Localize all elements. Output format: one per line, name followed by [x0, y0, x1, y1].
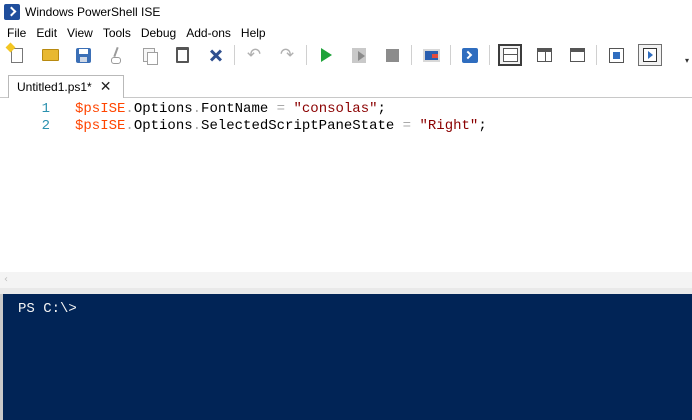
clear-console-button[interactable] [204, 44, 226, 66]
console-prompt: PS C:\> [18, 301, 77, 317]
menu-file[interactable]: File [0, 26, 31, 40]
toolbar: ↶ ↷ ▾ [0, 41, 692, 69]
new-file-icon [11, 47, 23, 63]
script-pane-top-button[interactable] [498, 44, 522, 66]
menu-help[interactable]: Help [236, 26, 271, 40]
code-token-prop: Options [133, 101, 193, 117]
code-token-prop: FontName [201, 101, 269, 117]
toolbar-separator [411, 45, 412, 65]
save-button[interactable] [72, 44, 94, 66]
console-pane[interactable]: PS C:\> [0, 294, 692, 420]
code-token-punc: ; [377, 101, 386, 117]
scroll-left-icon[interactable]: ‹ [4, 274, 8, 285]
title-bar: Windows PowerShell ISE [0, 0, 692, 24]
code-token-op: . [192, 101, 202, 117]
scissors-icon [110, 47, 122, 64]
run-script-button[interactable] [315, 44, 337, 66]
window-title: Windows PowerShell ISE [25, 5, 161, 19]
script-editor[interactable]: 1 $psISE.Options.FontName = "consolas"; 2 $… [0, 98, 692, 272]
code-token-prop: Options [133, 118, 193, 134]
menu-add-ons[interactable]: Add-ons [181, 26, 236, 40]
undo-button[interactable]: ↶ [243, 44, 265, 66]
stop-icon [385, 48, 399, 62]
code-token-var: $psISE [75, 118, 126, 134]
new-remote-tab-button[interactable] [420, 44, 442, 66]
clipboard-icon [175, 47, 189, 63]
open-button[interactable] [39, 44, 61, 66]
show-command-addon-button[interactable] [638, 44, 662, 66]
paste-button[interactable] [171, 44, 193, 66]
toolbar-separator [489, 45, 490, 65]
horizontal-scrollbar[interactable]: ‹ [0, 272, 692, 288]
clear-icon [207, 47, 223, 63]
code-token-punc: ; [478, 118, 487, 134]
redo-button[interactable]: ↷ [276, 44, 298, 66]
close-icon[interactable]: ✕ [100, 80, 112, 94]
line-number: 1 [41, 101, 50, 117]
stop-button[interactable] [381, 44, 403, 66]
console-left-edge [0, 294, 3, 420]
pane-right-icon [536, 48, 552, 62]
toolbar-overflow-icon[interactable]: ▾ [685, 56, 689, 65]
save-icon [75, 47, 91, 63]
menu-view[interactable]: View [62, 26, 98, 40]
menu-tools[interactable]: Tools [98, 26, 136, 40]
folder-icon [41, 49, 59, 61]
code-token-op: = [394, 118, 420, 134]
undo-icon: ↶ [246, 44, 262, 65]
code-text: $psISE.Options.FontName = "consolas"; [75, 101, 386, 117]
code-token-var: $psISE [75, 101, 126, 117]
menu-debug[interactable]: Debug [136, 26, 181, 40]
line-number: 2 [41, 118, 50, 134]
toolbar-separator [450, 45, 451, 65]
new-script-button[interactable] [6, 44, 28, 66]
code-token-prop: SelectedScriptPaneState [201, 118, 395, 134]
script-pane-right-button[interactable] [533, 44, 555, 66]
powershell-app-icon [4, 4, 20, 20]
code-token-op: = [268, 101, 294, 117]
code-token-op: . [125, 118, 134, 134]
tab-label: Untitled1.ps1* [17, 80, 92, 94]
script-pane-icon [608, 47, 624, 63]
toolbar-separator [596, 45, 597, 65]
powershell-icon [462, 47, 478, 63]
code-token-str: "consolas" [293, 101, 378, 117]
menu-edit[interactable]: Edit [31, 26, 62, 40]
play-icon [320, 48, 332, 62]
script-pane-maximized-button[interactable] [566, 44, 588, 66]
menu-bar: File Edit View Tools Debug Add-ons Help [0, 24, 692, 41]
run-selection-button[interactable] [348, 44, 370, 66]
script-tab-strip: Untitled1.ps1* ✕ [0, 71, 692, 99]
toolbar-separator [234, 45, 235, 65]
copy-icon [143, 48, 158, 65]
remote-icon [422, 48, 440, 62]
start-powershell-button[interactable] [459, 44, 481, 66]
toolbar-separator [306, 45, 307, 65]
code-text: $psISE.Options.SelectedScriptPaneState =… [75, 118, 487, 134]
copy-button[interactable] [138, 44, 160, 66]
pane-top-icon [502, 48, 518, 62]
code-token-op: . [125, 101, 134, 117]
code-token-op: . [192, 118, 202, 134]
cut-button[interactable] [105, 44, 127, 66]
show-script-pane-button[interactable] [605, 44, 627, 66]
pane-max-icon [569, 48, 585, 62]
tab-untitled1[interactable]: Untitled1.ps1* ✕ [8, 75, 124, 99]
code-token-str: "Right" [419, 118, 479, 134]
redo-icon: ↷ [279, 44, 295, 65]
run-selection-icon [352, 47, 366, 63]
show-pane-icon [643, 48, 657, 62]
